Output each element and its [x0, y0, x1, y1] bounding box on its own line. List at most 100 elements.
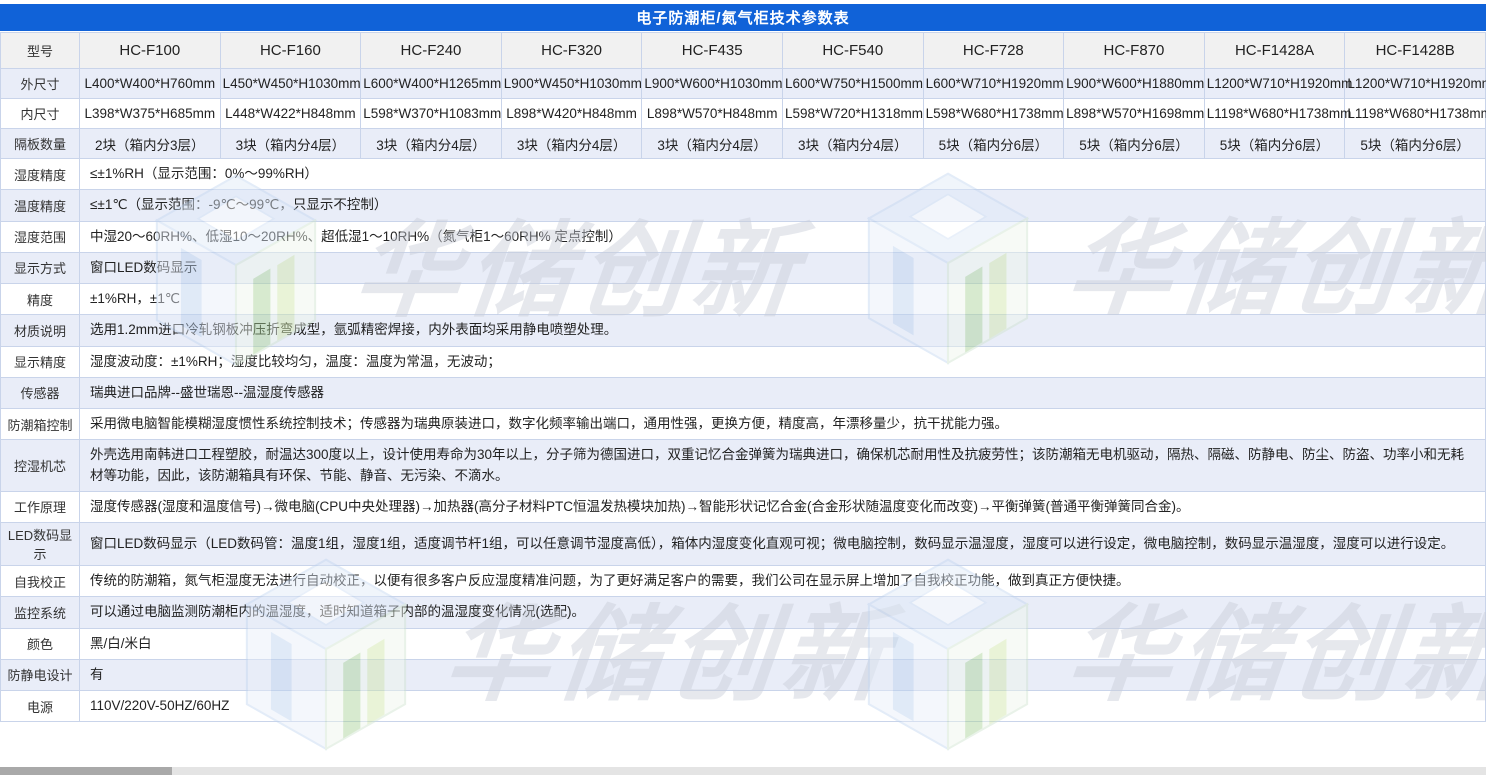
row-label: 控湿机芯	[1, 440, 80, 492]
page-title: 电子防潮柜/氮气柜技术参数表	[0, 4, 1486, 31]
spec-row: 温度精度≤±1℃（显示范围：-9℃～99℃，只显示不控制）	[1, 190, 1486, 221]
model-header: HC-F1428B	[1345, 33, 1486, 69]
spec-cell: L1200*W710*H1920mm	[1345, 69, 1486, 99]
model-header: HC-F435	[642, 33, 783, 69]
spec-cell: 5块（箱内分6层）	[1345, 129, 1486, 159]
row-label: 湿度精度	[1, 159, 80, 190]
spec-cell: 黑/白/米白	[80, 628, 1486, 659]
spec-cell: L900*W600*H1880mm	[1064, 69, 1205, 99]
model-header-row: 型号 HC-F100HC-F160HC-F240HC-F320HC-F435HC…	[1, 33, 1486, 69]
spec-cell: L398*W375*H685mm	[80, 99, 221, 129]
spec-cell: 3块（箱内分4层）	[220, 129, 361, 159]
model-header: HC-F100	[80, 33, 221, 69]
spec-row: 湿度范围中湿20～60RH%、低湿10～20RH%、超低湿1～10RH%（氮气柜…	[1, 221, 1486, 252]
spec-cell: 瑞典进口品牌--盛世瑞恩--温湿度传感器	[80, 377, 1486, 408]
row-label: 内尺寸	[1, 99, 80, 129]
spec-cell: 2块（箱内分3层）	[80, 129, 221, 159]
row-label: 自我校正	[1, 566, 80, 597]
row-label: 显示精度	[1, 346, 80, 377]
spec-row: 材质说明选用1.2mm进口冷轧钢板冲压折弯成型，氩弧精密焊接，内外表面均采用静电…	[1, 315, 1486, 346]
spec-row: 防静电设计有	[1, 659, 1486, 690]
model-header: HC-F240	[361, 33, 502, 69]
spec-cell: 3块（箱内分4层）	[782, 129, 923, 159]
model-header: HC-F540	[782, 33, 923, 69]
spec-cell: ≤±1℃（显示范围：-9℃～99℃，只显示不控制）	[80, 190, 1486, 221]
spec-cell: L600*W750*H1500mm	[782, 69, 923, 99]
spec-cell: 5块（箱内分6层）	[1064, 129, 1205, 159]
row-label: 监控系统	[1, 597, 80, 628]
spec-cell: 3块（箱内分4层）	[361, 129, 502, 159]
spec-cell: L900*W450*H1030mm	[501, 69, 642, 99]
spec-row: 外尺寸L400*W400*H760mmL450*W450*H1030mmL600…	[1, 69, 1486, 99]
model-header: HC-F160	[220, 33, 361, 69]
spec-cell: L1198*W680*H1738mm	[1345, 99, 1486, 129]
spec-cell: 可以通过电脑监测防潮柜内的温湿度，适时知道箱子内部的温湿度变化情况(选配)。	[80, 597, 1486, 628]
spec-cell: 湿度传感器(湿度和温度信号)→微电脑(CPU中央处理器)→加热器(高分子材料PT…	[80, 491, 1486, 522]
spec-cell: 采用微电脑智能模糊湿度惯性系统控制技术；传感器为瑞典原装进口，数字化频率输出端口…	[80, 409, 1486, 440]
row-label: 精度	[1, 284, 80, 315]
row-label: 显示方式	[1, 252, 80, 283]
row-label: 温度精度	[1, 190, 80, 221]
row-label: 防潮箱控制	[1, 409, 80, 440]
spec-row: 电源110V/220V-50HZ/60HZ	[1, 691, 1486, 722]
spec-row: 控湿机芯外壳选用南韩进口工程塑胶，耐温达300度以上，设计使用寿命为30年以上，…	[1, 440, 1486, 492]
model-header-label: 型号	[1, 33, 80, 69]
spec-cell: L898*W420*H848mm	[501, 99, 642, 129]
spec-cell: 外壳选用南韩进口工程塑胶，耐温达300度以上，设计使用寿命为30年以上，分子筛为…	[80, 440, 1486, 492]
spec-cell: L598*W370*H1083mm	[361, 99, 502, 129]
spec-cell: L598*W720*H1318mm	[782, 99, 923, 129]
model-header: HC-F870	[1064, 33, 1205, 69]
spec-cell: 选用1.2mm进口冷轧钢板冲压折弯成型，氩弧精密焊接，内外表面均采用静电喷塑处理…	[80, 315, 1486, 346]
row-label: 工作原理	[1, 491, 80, 522]
spec-cell: L898*W570*H1698mm	[1064, 99, 1205, 129]
horizontal-scrollbar[interactable]	[0, 767, 1486, 775]
spec-cell: L598*W680*H1738mm	[923, 99, 1064, 129]
spec-cell: 有	[80, 659, 1486, 690]
row-label: LED数码显示	[1, 523, 80, 566]
spec-cell: L448*W422*H848mm	[220, 99, 361, 129]
row-label: 湿度范围	[1, 221, 80, 252]
row-label: 防静电设计	[1, 659, 80, 690]
spec-cell: L1200*W710*H1920mm	[1204, 69, 1345, 99]
row-label: 材质说明	[1, 315, 80, 346]
spec-cell: 110V/220V-50HZ/60HZ	[80, 691, 1486, 722]
model-header: HC-F1428A	[1204, 33, 1345, 69]
spec-row: 防潮箱控制采用微电脑智能模糊湿度惯性系统控制技术；传感器为瑞典原装进口，数字化频…	[1, 409, 1486, 440]
spec-row: 传感器瑞典进口品牌--盛世瑞恩--温湿度传感器	[1, 377, 1486, 408]
spec-cell: ±1%RH，±1℃	[80, 284, 1486, 315]
scrollbar-thumb[interactable]	[0, 767, 172, 775]
spec-cell: 3块（箱内分4层）	[501, 129, 642, 159]
spec-cell: 中湿20～60RH%、低湿10～20RH%、超低湿1～10RH%（氮气柜1～60…	[80, 221, 1486, 252]
spec-cell: L1198*W680*H1738mm	[1204, 99, 1345, 129]
model-header: HC-F728	[923, 33, 1064, 69]
row-label: 外尺寸	[1, 69, 80, 99]
spec-cell: L900*W600*H1030mm	[642, 69, 783, 99]
spec-cell: L400*W400*H760mm	[80, 69, 221, 99]
spec-cell: 5块（箱内分6层）	[1204, 129, 1345, 159]
spec-row: 自我校正传统的防潮箱，氮气柜湿度无法进行自动校正，以便有很多客户反应湿度精准问题…	[1, 566, 1486, 597]
spec-cell: 窗口LED数码显示（LED数码管：温度1组，湿度1组，适度调节杆1组，可以任意调…	[80, 523, 1486, 566]
spec-cell: L600*W400*H1265mm	[361, 69, 502, 99]
spec-cell: L600*W710*H1920mm	[923, 69, 1064, 99]
spec-cell: L898*W570*H848mm	[642, 99, 783, 129]
spec-row: 颜色黑/白/米白	[1, 628, 1486, 659]
spec-row: 监控系统可以通过电脑监测防潮柜内的温湿度，适时知道箱子内部的温湿度变化情况(选配…	[1, 597, 1486, 628]
spec-row: 内尺寸L398*W375*H685mmL448*W422*H848mmL598*…	[1, 99, 1486, 129]
spec-cell: 湿度波动度：±1%RH；湿度比较均匀，温度：温度为常温，无波动；	[80, 346, 1486, 377]
spec-row: 湿度精度≤±1%RH（显示范围：0%～99%RH）	[1, 159, 1486, 190]
row-label: 隔板数量	[1, 129, 80, 159]
model-header: HC-F320	[501, 33, 642, 69]
spec-cell: L450*W450*H1030mm	[220, 69, 361, 99]
spec-row: 隔板数量2块（箱内分3层）3块（箱内分4层）3块（箱内分4层）3块（箱内分4层）…	[1, 129, 1486, 159]
spec-row: 工作原理湿度传感器(湿度和温度信号)→微电脑(CPU中央处理器)→加热器(高分子…	[1, 491, 1486, 522]
spec-cell: 5块（箱内分6层）	[923, 129, 1064, 159]
spec-row: 显示方式窗口LED数码显示	[1, 252, 1486, 283]
spec-row: 显示精度湿度波动度：±1%RH；湿度比较均匀，温度：温度为常温，无波动；	[1, 346, 1486, 377]
row-label: 电源	[1, 691, 80, 722]
spec-row: LED数码显示窗口LED数码显示（LED数码管：温度1组，湿度1组，适度调节杆1…	[1, 523, 1486, 566]
spec-row: 精度±1%RH，±1℃	[1, 284, 1486, 315]
spec-table: 型号 HC-F100HC-F160HC-F240HC-F320HC-F435HC…	[0, 32, 1486, 722]
spec-cell: ≤±1%RH（显示范围：0%～99%RH）	[80, 159, 1486, 190]
spec-cell: 3块（箱内分4层）	[642, 129, 783, 159]
spec-cell: 窗口LED数码显示	[80, 252, 1486, 283]
